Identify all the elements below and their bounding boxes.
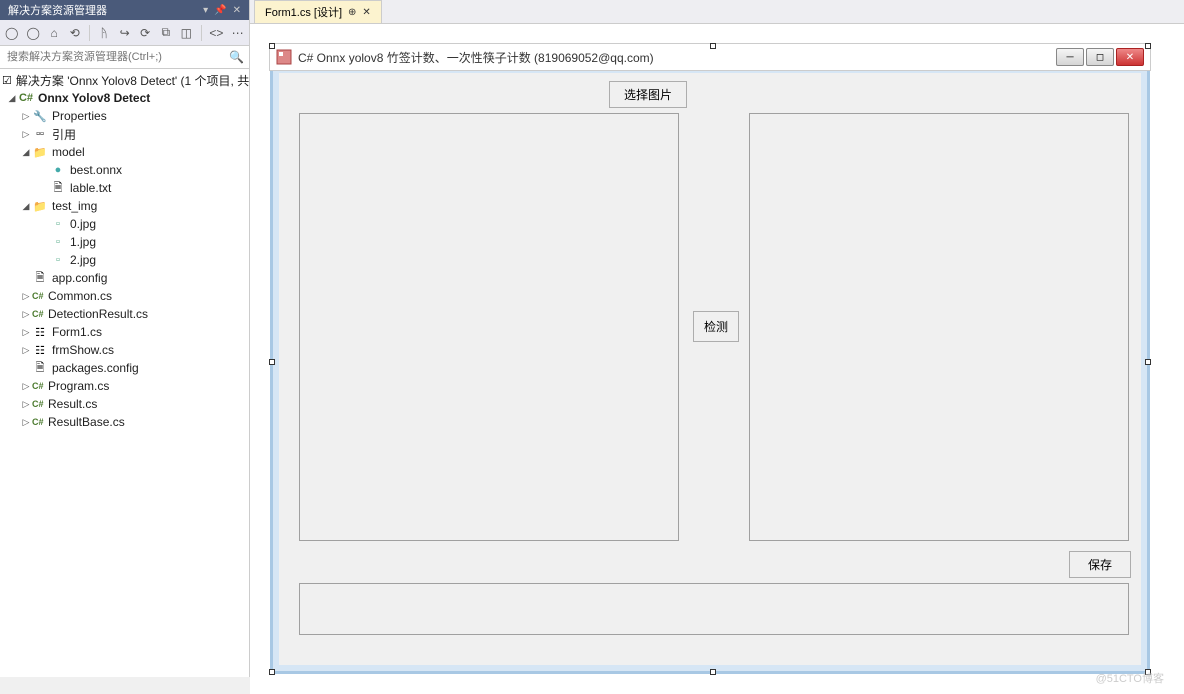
copy-icon[interactable]: ⧉ — [159, 25, 172, 41]
select-image-button[interactable]: 选择图片 — [609, 81, 687, 108]
config-file-icon: 🗎 — [32, 360, 48, 376]
window-controls: ─ ◻ ✕ — [1056, 48, 1144, 66]
tree-file-image[interactable]: ▫ 1.jpg — [0, 233, 249, 251]
onnx-file-icon: ● — [50, 162, 66, 178]
tree-file-cs[interactable]: ▷ C# Result.cs — [0, 395, 249, 413]
tree-folder-model[interactable]: ◢ 📁 model — [0, 143, 249, 161]
tree-folder-testimg[interactable]: ◢ 📁 test_img — [0, 197, 249, 215]
tree-file-config[interactable]: 🗎 app.config — [0, 269, 249, 287]
left-picture-panel[interactable] — [299, 113, 679, 541]
panel-title: 解决方案资源管理器 — [8, 2, 203, 18]
image-file-icon: ▫ — [50, 234, 66, 250]
tree-file-form[interactable]: ▷ ☷ Form1.cs — [0, 323, 249, 341]
home-icon[interactable]: ⌂ — [48, 25, 61, 41]
tree-file-onnx[interactable]: ● best.onnx — [0, 161, 249, 179]
csharp-file-icon: C# — [32, 309, 48, 319]
csharp-file-icon: C# — [32, 291, 48, 301]
csharp-file-icon: C# — [32, 399, 48, 409]
close-button[interactable]: ✕ — [1116, 48, 1144, 66]
toolbar-separator — [201, 25, 202, 41]
tree-file-cs[interactable]: ▷ C# Program.cs — [0, 377, 249, 395]
solution-icon: ☑ — [2, 72, 12, 88]
image-file-icon: ▫ — [50, 252, 66, 268]
wrench-icon: 🔧 — [32, 108, 48, 124]
watermark-text: @51CTO博客 — [1096, 670, 1164, 686]
document-tab-strip: Form1.cs [设计] ⊕ ✕ — [250, 0, 1184, 24]
image-file-icon: ▫ — [50, 216, 66, 232]
code-icon[interactable]: <> — [209, 25, 223, 41]
tree-file-image[interactable]: ▫ 0.jpg — [0, 215, 249, 233]
resize-handle[interactable] — [710, 43, 716, 49]
branch-icon[interactable]: ᚤ — [98, 25, 111, 41]
designer-surface[interactable]: C# Onnx yolov8 竹签计数、一次性筷子计数 (819069052@q… — [250, 24, 1184, 694]
panel-dropdown-icon[interactable]: ▾ — [203, 5, 208, 16]
form-title: C# Onnx yolov8 竹签计数、一次性筷子计数 (819069052@q… — [298, 49, 1056, 66]
config-file-icon: 🗎 — [32, 270, 48, 286]
form-file-icon: ☷ — [32, 324, 48, 340]
close-icon[interactable]: ✕ — [362, 7, 370, 18]
solution-tree: ☑ 解决方案 'Onnx Yolov8 Detect' (1 个项目, 共 ◢ … — [0, 69, 249, 677]
forward-icon[interactable]: ◯ — [26, 25, 39, 41]
tree-file-config[interactable]: 🗎 packages.config — [0, 359, 249, 377]
minimize-button[interactable]: ─ — [1056, 48, 1084, 66]
redo-icon[interactable]: ↪ — [118, 25, 131, 41]
designed-form[interactable]: C# Onnx yolov8 竹签计数、一次性筷子计数 (819069052@q… — [270, 44, 1150, 674]
solution-explorer-panel: 解决方案资源管理器 ▾ 📌 ✕ ◯ ◯ ⌂ ⟲ ᚤ ↪ ⟳ ⧉ ◫ <> ⋯ 🔍… — [0, 0, 250, 677]
resize-handle[interactable] — [269, 359, 275, 365]
resize-handle[interactable] — [1145, 359, 1151, 365]
save-button[interactable]: 保存 — [1069, 551, 1131, 578]
right-picture-panel[interactable] — [749, 113, 1129, 541]
resize-handle[interactable] — [710, 669, 716, 675]
resize-handle[interactable] — [269, 43, 275, 49]
tree-properties-node[interactable]: ▷ 🔧 Properties — [0, 107, 249, 125]
tree-solution-node[interactable]: ☑ 解决方案 'Onnx Yolov8 Detect' (1 个项目, 共 — [0, 71, 249, 89]
search-icon[interactable]: 🔍 — [229, 50, 245, 64]
search-box: 🔍 — [0, 46, 249, 69]
tree-file-cs[interactable]: ▷ C# Common.cs — [0, 287, 249, 305]
tree-file-cs[interactable]: ▷ C# ResultBase.cs — [0, 413, 249, 431]
maximize-button[interactable]: ◻ — [1086, 48, 1114, 66]
folder-icon: 📁 — [32, 144, 48, 160]
panel-header: 解决方案资源管理器 ▾ 📌 ✕ — [0, 0, 249, 20]
tree-references-node[interactable]: ▷ ▫▫ 引用 — [0, 125, 249, 143]
bottom-output-panel[interactable] — [299, 583, 1129, 635]
form-file-icon: ☷ — [32, 342, 48, 358]
tree-project-node[interactable]: ◢ C# Onnx Yolov8 Detect — [0, 89, 249, 107]
collapse-icon[interactable]: ◫ — [180, 25, 193, 41]
sync-icon[interactable]: ⟲ — [68, 25, 81, 41]
document-tab[interactable]: Form1.cs [设计] ⊕ ✕ — [254, 0, 382, 23]
folder-icon: 📁 — [32, 198, 48, 214]
main-area: Form1.cs [设计] ⊕ ✕ C# Onnx yolov8 竹签计数、一次… — [250, 0, 1184, 677]
back-icon[interactable]: ◯ — [5, 25, 18, 41]
pin-icon[interactable]: ⊕ — [348, 7, 356, 18]
detect-button[interactable]: 检测 — [693, 311, 739, 342]
refresh-icon[interactable]: ⟳ — [139, 25, 152, 41]
tree-file-image[interactable]: ▫ 2.jpg — [0, 251, 249, 269]
tab-label: Form1.cs [设计] — [265, 4, 342, 20]
resize-handle[interactable] — [269, 669, 275, 675]
tree-file-form[interactable]: ▷ ☷ frmShow.cs — [0, 341, 249, 359]
form-app-icon — [276, 49, 292, 65]
solution-toolbar: ◯ ◯ ⌂ ⟲ ᚤ ↪ ⟳ ⧉ ◫ <> ⋯ — [0, 20, 249, 46]
tree-file-cs[interactable]: ▷ C# DetectionResult.cs — [0, 305, 249, 323]
form-client-area: 选择图片 检测 保存 — [279, 73, 1141, 665]
toolbar-separator — [89, 25, 90, 41]
split-icon[interactable]: ⋯ — [231, 25, 244, 41]
csharp-file-icon: C# — [32, 417, 48, 427]
panel-pin-icon[interactable]: 📌 — [214, 5, 226, 16]
text-file-icon: 🗎 — [50, 180, 66, 196]
references-icon: ▫▫ — [32, 126, 48, 142]
tree-file-txt[interactable]: 🗎 lable.txt — [0, 179, 249, 197]
resize-handle[interactable] — [1145, 43, 1151, 49]
panel-close-icon[interactable]: ✕ — [233, 5, 241, 16]
csharp-file-icon: C# — [32, 381, 48, 391]
search-input[interactable] — [4, 48, 229, 66]
csharp-project-icon: C# — [18, 90, 34, 106]
